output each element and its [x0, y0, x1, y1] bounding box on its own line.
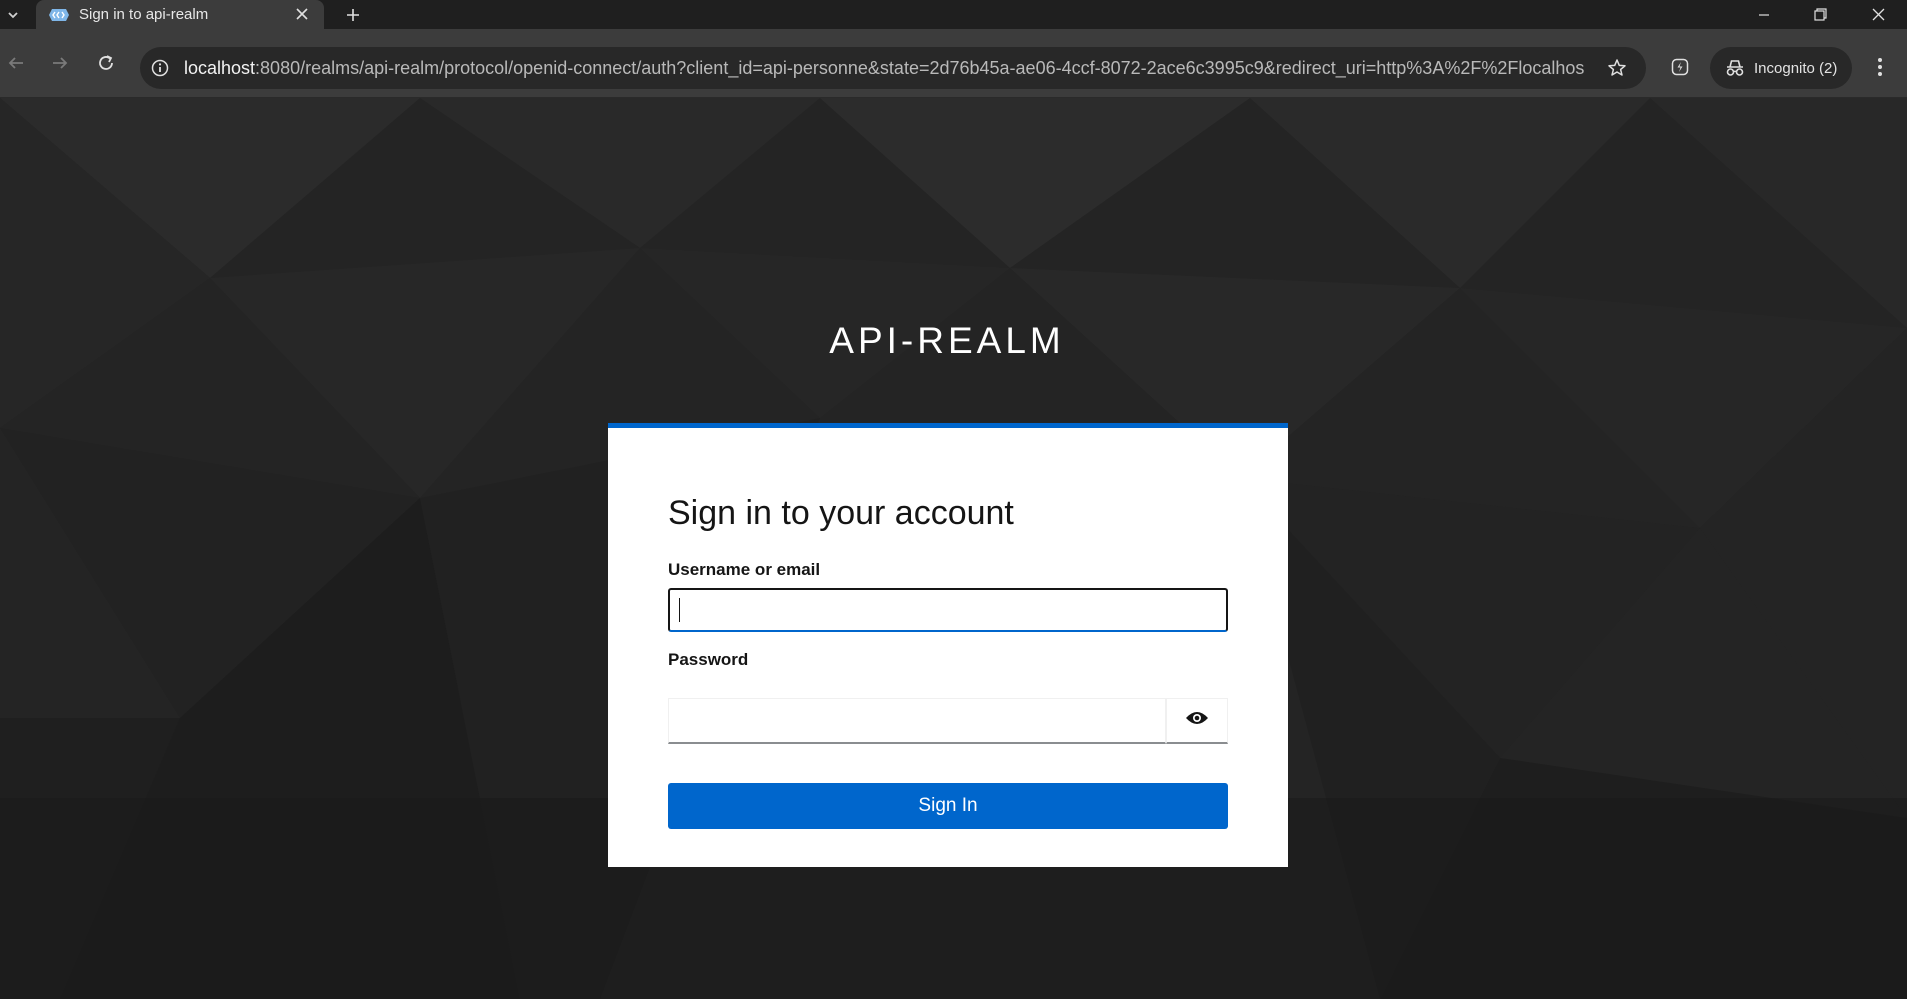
- tab-title: Sign in to api-realm: [79, 6, 209, 23]
- show-password-button[interactable]: [1166, 698, 1228, 744]
- url-text[interactable]: localhost:8080/realms/api-realm/protocol…: [184, 58, 1584, 78]
- password-group: [668, 698, 1228, 744]
- login-heading: Sign in to your account: [668, 494, 1014, 532]
- restore-icon[interactable]: [1792, 0, 1848, 29]
- close-icon[interactable]: [294, 6, 310, 22]
- incognito-profile-button[interactable]: Incognito (2): [1710, 47, 1852, 89]
- sign-in-button[interactable]: Sign In: [668, 783, 1228, 829]
- browser-tabstrip: Sign in to api-realm: [0, 0, 1907, 29]
- browser-toolbar: localhost:8080/realms/api-realm/protocol…: [0, 29, 1907, 98]
- reload-icon[interactable]: [92, 49, 120, 77]
- page-content: API-REALM Sign in to your account Userna…: [0, 98, 1907, 999]
- username-input[interactable]: [668, 588, 1228, 632]
- login-card: Sign in to your account Username or emai…: [608, 423, 1288, 867]
- star-icon[interactable]: [1606, 57, 1628, 79]
- extension-icon[interactable]: [1666, 53, 1694, 81]
- favicon-icon: [48, 8, 70, 22]
- plus-icon[interactable]: [342, 4, 364, 26]
- text-caret: [679, 598, 680, 622]
- browser-tab[interactable]: Sign in to api-realm: [36, 0, 324, 29]
- minimize-icon[interactable]: [1736, 0, 1792, 29]
- password-input[interactable]: [668, 698, 1166, 744]
- back-icon[interactable]: [2, 49, 30, 77]
- url-host: localhost: [184, 58, 256, 78]
- more-vert-icon[interactable]: [1870, 53, 1890, 81]
- site-info-icon[interactable]: [150, 58, 170, 78]
- username-label: Username or email: [668, 560, 821, 579]
- close-window-icon[interactable]: [1850, 0, 1906, 29]
- url-path: :8080/realms/api-realm/protocol/openid-c…: [255, 58, 1584, 78]
- incognito-label: Incognito (2): [1754, 59, 1838, 77]
- forward-icon[interactable]: [46, 49, 74, 77]
- tab-search-icon[interactable]: [0, 0, 26, 29]
- incognito-icon: [1724, 58, 1746, 78]
- realm-title: API-REALM: [829, 320, 1065, 361]
- password-label: Password: [668, 650, 749, 669]
- eye-icon: [1185, 710, 1209, 731]
- address-bar[interactable]: localhost:8080/realms/api-realm/protocol…: [140, 47, 1646, 89]
